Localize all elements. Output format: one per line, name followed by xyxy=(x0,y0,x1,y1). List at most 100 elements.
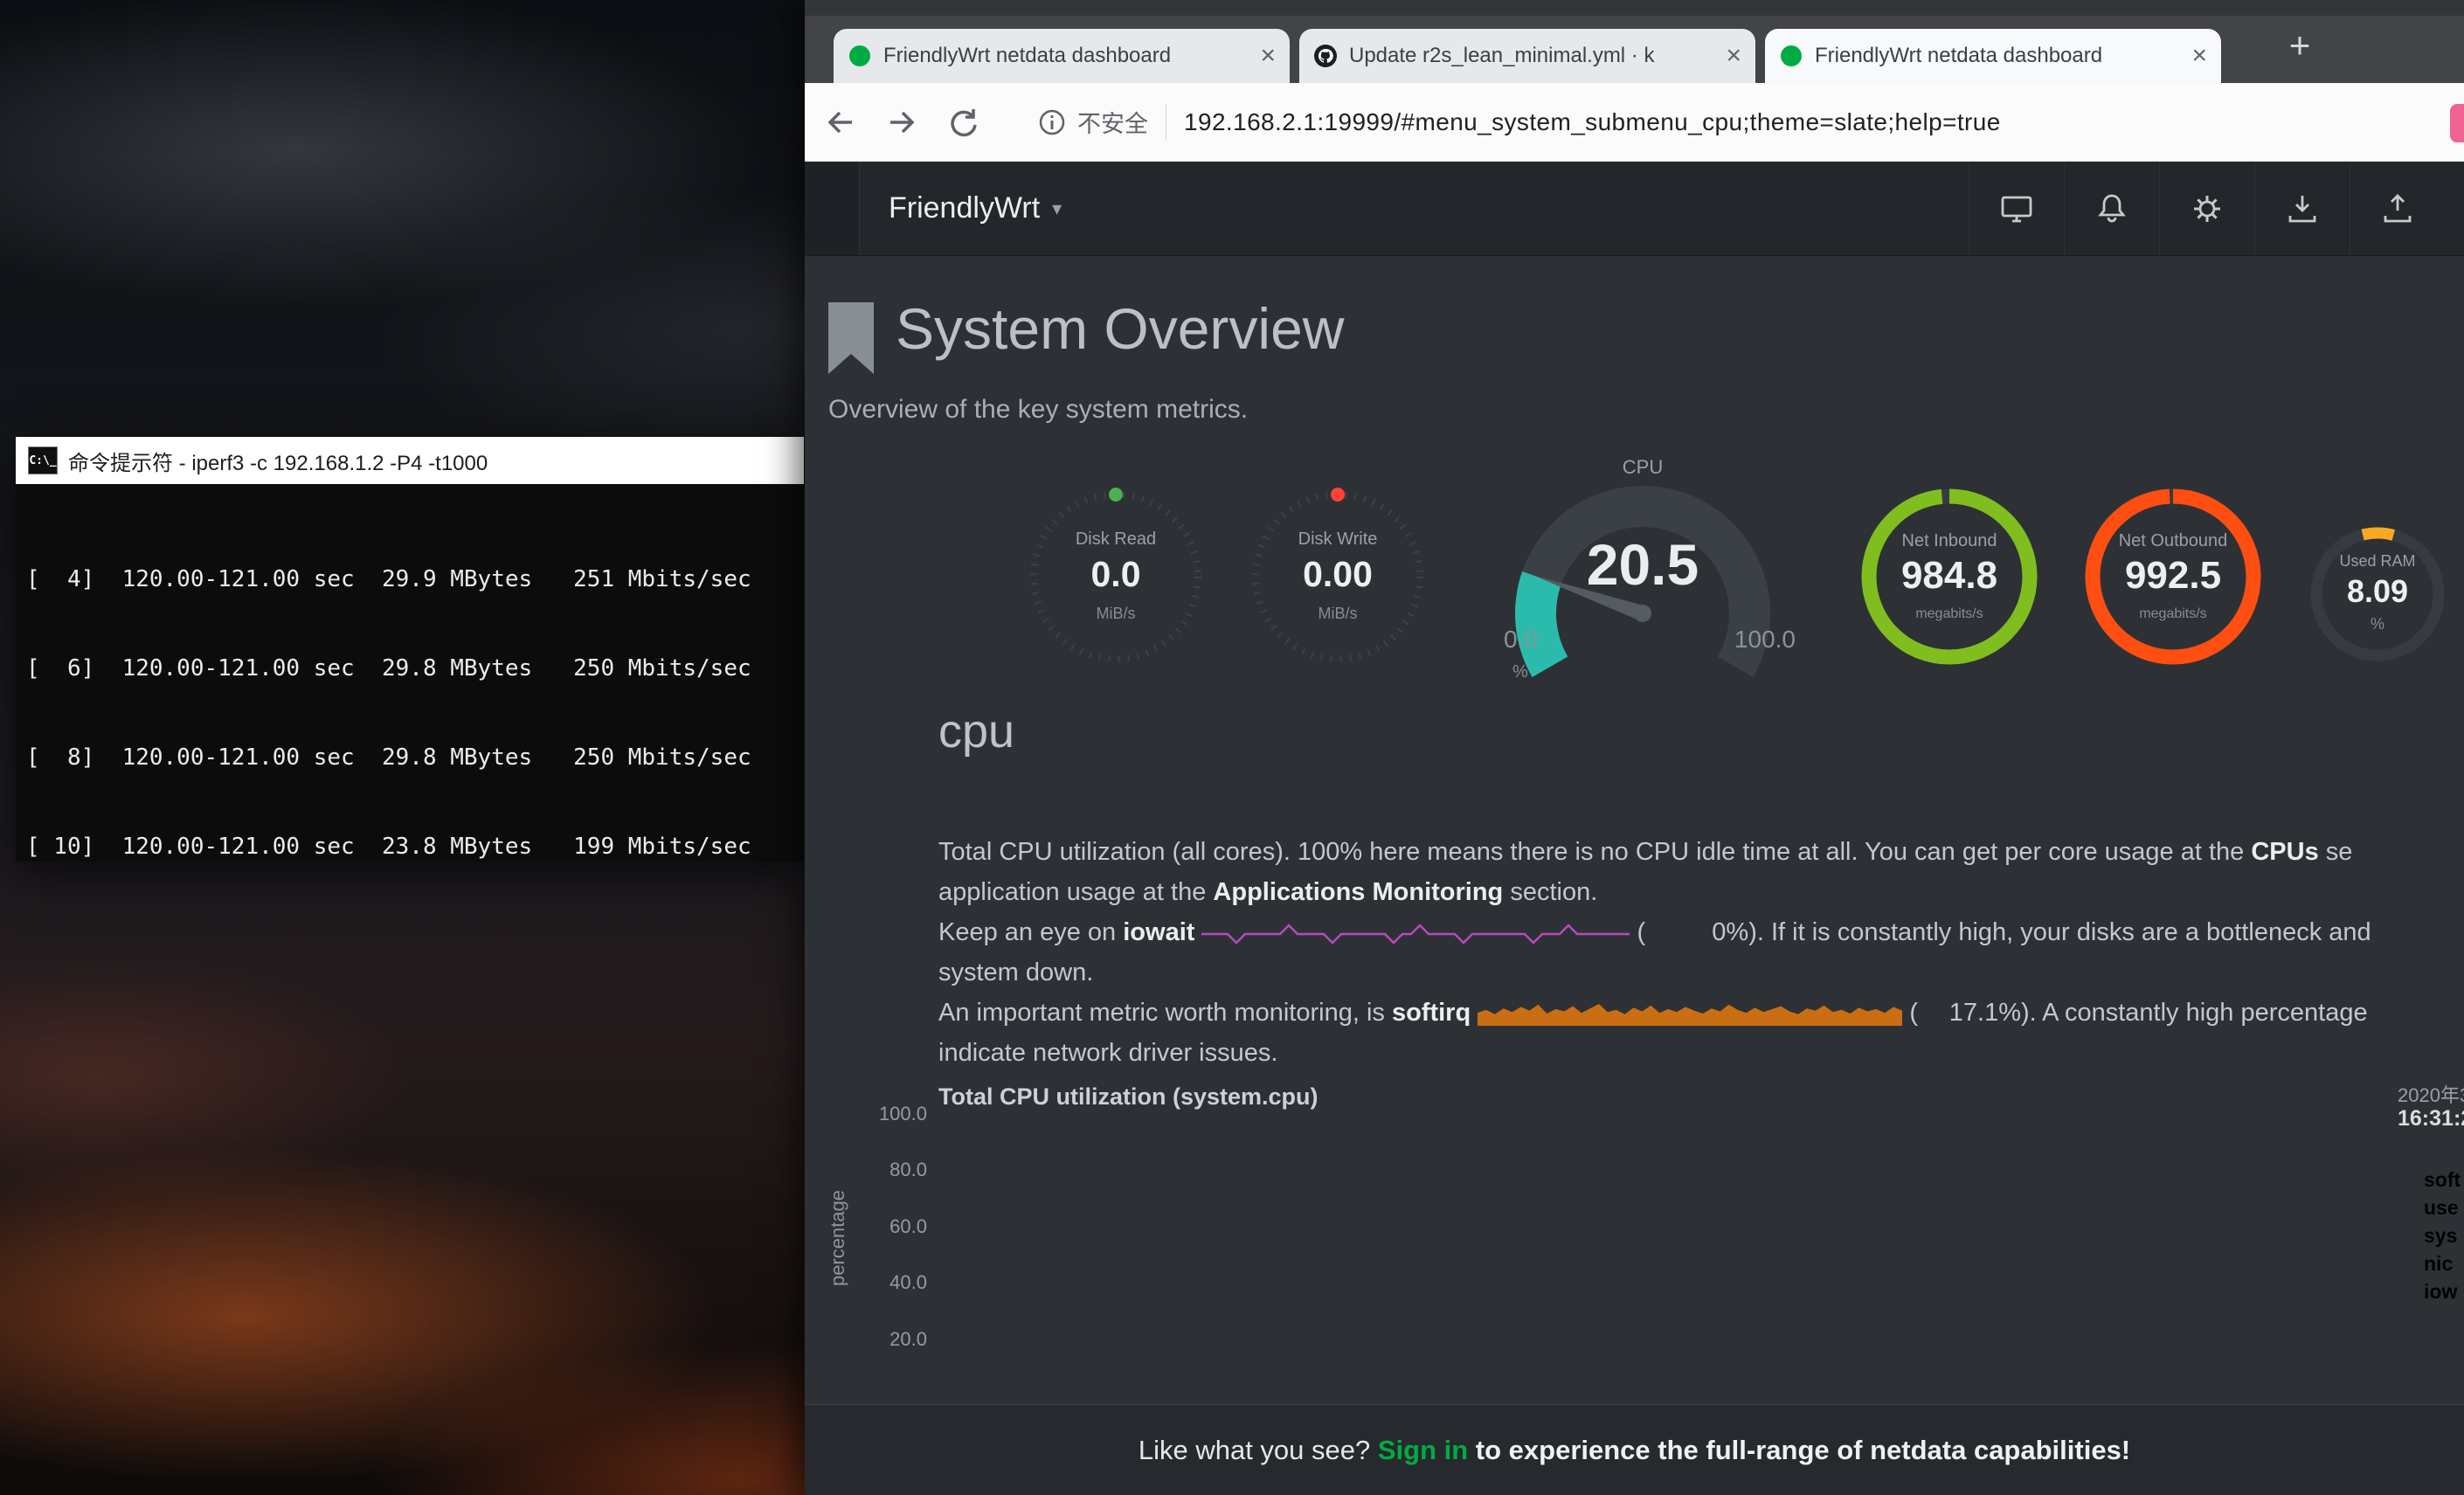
export-button[interactable] xyxy=(2254,162,2350,255)
legend-item-nice[interactable]: nic xyxy=(2398,1251,2453,1276)
gauge-label: Disk Write xyxy=(1246,529,1429,550)
security-label: 不安全 xyxy=(1077,105,1148,139)
gauge-label: Used RAM xyxy=(2303,552,2452,571)
tab-close-icon[interactable]: × xyxy=(2191,43,2207,69)
legend-label: use xyxy=(2424,1196,2459,1220)
ytick-label: 60.0 xyxy=(836,1215,927,1238)
help-text: section. xyxy=(1503,878,1597,906)
legend-swatch xyxy=(2398,1283,2415,1300)
disk-write-gauge[interactable]: Disk Write 0.00 MiB/s xyxy=(1246,482,1429,671)
tab-title: Update r2s_lean_minimal.yml · k xyxy=(1349,44,1714,68)
cpu-gauge[interactable]: CPU 20.5 0.0 100.0 % xyxy=(1478,454,1808,692)
terminal-line: [ 8] 120.00-121.00 sec 29.8 MBytes 250 M… xyxy=(26,743,804,772)
help-text: application usage at the xyxy=(938,878,1213,906)
terminal-titlebar[interactable]: C:\_ 命令提示符 - iperf3 -c 192.168.1.2 -P4 -… xyxy=(16,437,804,484)
gauge-unit: MiB/s xyxy=(1246,605,1429,623)
gauge-value: 20.5 xyxy=(1478,531,1808,598)
gauge-value: 984.8 xyxy=(1858,554,2041,598)
gauge-min: 0.0 xyxy=(1504,626,1538,654)
gauge-unit: megabits/s xyxy=(1858,606,2041,622)
sign-in-link[interactable]: Sign in xyxy=(1378,1435,1468,1466)
tab-close-icon[interactable]: × xyxy=(1260,43,1276,69)
legend-item-iowait[interactable]: iow xyxy=(2398,1279,2457,1304)
tab-close-icon[interactable]: × xyxy=(1726,43,1741,69)
legend-label: nic xyxy=(2424,1252,2453,1276)
help-text: ). xyxy=(1748,918,1764,946)
used-ram-gauge[interactable]: Used RAM 8.09 % xyxy=(2303,517,2452,671)
signin-banner: Like what you see? Sign in to experience… xyxy=(805,1404,2464,1495)
section-heading-cpu: cpu xyxy=(938,704,1014,758)
help-line: system down. xyxy=(938,952,2464,993)
tab-title: FriendlyWrt netdata dashboard xyxy=(1815,44,2180,68)
bell-icon xyxy=(2094,190,2130,227)
cpus-link[interactable]: CPUs xyxy=(2251,838,2318,866)
new-tab-button[interactable]: + xyxy=(2275,21,2324,70)
desktop-background: C:\_ 命令提示符 - iperf3 -c 192.168.1.2 -P4 -… xyxy=(0,0,2464,1495)
gauge-unit: % xyxy=(1512,662,1528,682)
help-text: se xyxy=(2319,838,2353,866)
page-subtitle: Overview of the key system metrics. xyxy=(828,395,1248,425)
url-field[interactable]: 192.168.2.1:19999/#menu_system_submenu_c… xyxy=(1184,108,2001,136)
help-line: Total CPU utilization (all cores). 100% … xyxy=(938,832,2464,872)
chevron-down-icon: ▾ xyxy=(1052,197,1062,220)
iowait-sparkline xyxy=(1201,921,1630,945)
help-line: Keep an eye on iowait (0%). If it is con… xyxy=(938,912,2464,952)
gauge-value: 0.00 xyxy=(1246,554,1429,595)
gauge-unit: megabits/s xyxy=(2081,606,2265,622)
alarms-button[interactable] xyxy=(2064,162,2159,255)
disk-read-gauge[interactable]: Disk Read 0.0 MiB/s xyxy=(1024,482,1208,671)
help-line: indicate network driver issues. xyxy=(938,1033,2464,1073)
help-line: An important metric worth monitoring, is… xyxy=(938,993,2464,1033)
legend-swatch xyxy=(2398,1199,2415,1216)
gauge-value: 992.5 xyxy=(2081,554,2265,598)
help-text: An important metric worth monitoring, is xyxy=(938,999,1392,1027)
print-view-button[interactable] xyxy=(1969,162,2064,255)
terminal-title: 命令提示符 - iperf3 -c 192.168.1.2 -P4 -t1000 xyxy=(68,446,488,476)
browser-tab-2[interactable]: Update r2s_lean_minimal.yml · k × xyxy=(1299,29,1755,83)
cpu-help-text: Total CPU utilization (all cores). 100% … xyxy=(938,832,2464,1073)
help-text: ( xyxy=(1637,918,1646,946)
help-text: ). xyxy=(2021,999,2037,1027)
reload-icon xyxy=(945,104,981,141)
sidebar-toggle-area[interactable] xyxy=(805,162,860,255)
net-outbound-gauge[interactable]: Net Outbound 992.5 megabits/s xyxy=(2081,482,2265,671)
upload-icon xyxy=(2379,190,2416,227)
chart-title: Total CPU utilization (system.cpu) xyxy=(938,1083,1319,1111)
host-dropdown[interactable]: FriendlyWrt ▾ xyxy=(889,162,1062,255)
help-text: Total CPU utilization (all cores). 100% … xyxy=(938,838,2251,866)
back-button[interactable] xyxy=(815,97,866,148)
download-icon xyxy=(2284,190,2321,227)
browser-tab-1[interactable]: FriendlyWrt netdata dashboard × xyxy=(834,29,1290,83)
chart-date: 2020年3 xyxy=(2398,1080,2464,1108)
terminal-window: C:\_ 命令提示符 - iperf3 -c 192.168.1.2 -P4 -… xyxy=(16,437,804,862)
import-button[interactable] xyxy=(2350,162,2445,255)
gauge-max: 100.0 xyxy=(1734,626,1796,654)
reload-button[interactable] xyxy=(938,97,988,148)
legend-label: iow xyxy=(2424,1280,2457,1304)
gauge-value: 0.0 xyxy=(1024,554,1208,595)
legend-item-user[interactable]: use xyxy=(2398,1195,2459,1220)
monitor-icon xyxy=(1998,190,2035,227)
netdata-favicon xyxy=(1779,44,1803,68)
browser-toolbar: 不安全 192.168.2.1:19999/#menu_system_subme… xyxy=(805,83,2464,162)
browser-window: FriendlyWrt netdata dashboard × Update r… xyxy=(805,0,2464,1495)
browser-tab-3-active[interactable]: FriendlyWrt netdata dashboard × xyxy=(1765,29,2221,83)
cpu-utilization-chart[interactable] xyxy=(938,1121,2387,1402)
terminal-line: [ 10] 120.00-121.00 sec 23.8 MBytes 199 … xyxy=(26,832,804,862)
ytick-label: 100.0 xyxy=(836,1103,927,1125)
gear-icon xyxy=(2189,190,2225,227)
softirq-term: softirq xyxy=(1392,999,1471,1027)
legend-label: sys xyxy=(2424,1224,2457,1248)
help-text: A constantly high percentage xyxy=(2037,999,2368,1027)
extension-icon[interactable] xyxy=(2450,104,2464,142)
legend-item-softirq[interactable]: soft xyxy=(2398,1167,2461,1192)
forward-button[interactable] xyxy=(876,97,927,148)
ytick-label: 20.0 xyxy=(836,1328,927,1351)
applications-monitoring-link[interactable]: Applications Monitoring xyxy=(1213,878,1503,906)
net-inbound-gauge[interactable]: Net Inbound 984.8 megabits/s xyxy=(1858,482,2041,671)
legend-swatch xyxy=(2398,1227,2415,1244)
host-name: FriendlyWrt xyxy=(889,191,1040,225)
settings-button[interactable] xyxy=(2159,162,2254,255)
site-security-chip[interactable]: 不安全 xyxy=(1037,105,1148,139)
legend-item-system[interactable]: sys xyxy=(2398,1223,2457,1248)
